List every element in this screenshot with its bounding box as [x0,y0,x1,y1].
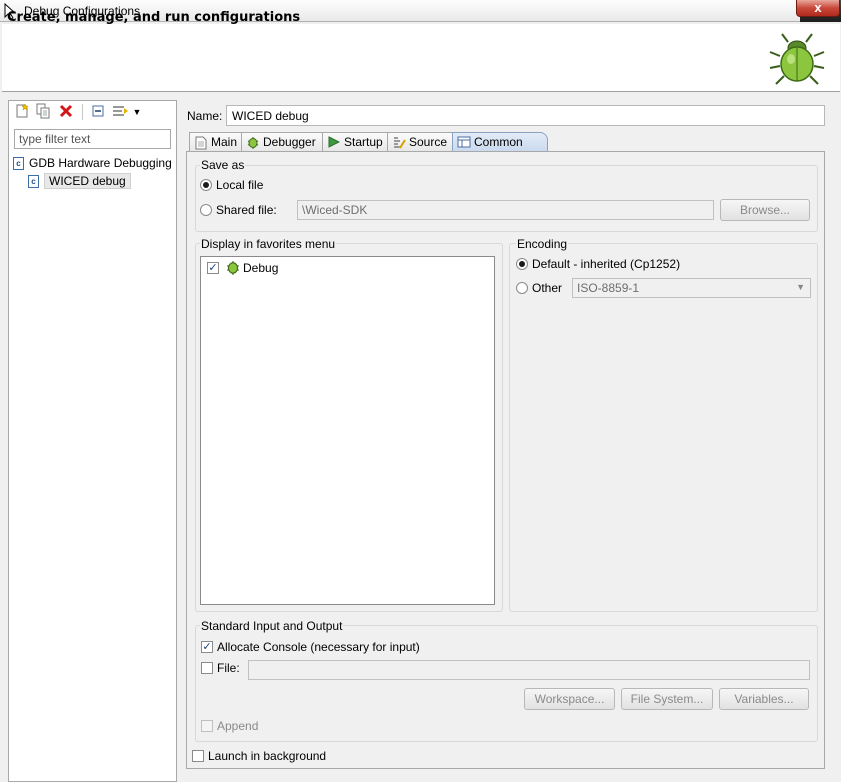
source-icon [392,136,406,150]
close-button[interactable]: x [796,0,840,17]
allocate-console-checkbox[interactable]: ✓ [201,641,213,653]
other-encoding-label: Other [532,281,563,295]
save-as-title: Save as [200,158,246,172]
banner-heading: Create, manage, and run configurations [7,10,301,25]
encoding-title: Encoding [516,237,569,251]
favorites-list[interactable] [200,256,495,605]
play-icon [327,136,341,150]
tree-item-wiced-debug[interactable]: c WICED debug [28,172,131,190]
variables-button[interactable]: Variables... [719,688,809,710]
favorite-debug-checkbox[interactable]: ✓ [207,262,219,274]
toolbar-separator [82,104,83,120]
launch-in-background-checkbox[interactable] [192,750,204,762]
page-icon [194,136,208,150]
tree-item-label: WICED debug [44,173,131,189]
c-config-type-icon: c [13,157,24,171]
tab-startup[interactable]: Startup [322,132,388,152]
filter-input[interactable] [14,129,171,149]
new-configuration-icon[interactable] [13,103,31,121]
file-system-button[interactable]: File System... [621,688,713,710]
delete-icon[interactable] [57,103,75,121]
header-banner [2,24,840,92]
tree-item-label: GDB Hardware Debugging [29,156,172,170]
c-config-icon: c [28,175,39,189]
name-field[interactable]: WICED debug [226,105,825,126]
common-icon [457,136,471,150]
local-file-label: Local file [216,178,264,192]
bug-icon [766,28,828,93]
bug-icon [225,260,241,279]
other-encoding-select[interactable]: ISO-8859-1 ▼ [572,278,811,298]
append-label: Append [217,719,259,733]
default-encoding-label: Default - inherited (Cp1252) [532,257,681,271]
shared-file-field[interactable]: \Wiced-SDK [297,200,714,220]
workspace-button[interactable]: Workspace... [524,688,615,710]
tab-debugger[interactable]: Debugger [241,132,323,152]
shared-file-label: Shared file: [216,203,277,217]
append-checkbox[interactable] [201,720,213,732]
standard-io-title: Standard Input and Output [200,619,344,633]
filter-icon[interactable] [112,103,130,121]
file-output-field[interactable] [248,660,810,680]
encoding-group [509,243,818,612]
favorites-title: Display in favorites menu [200,237,337,251]
allocate-console-label: Allocate Console (necessary for input) [217,640,420,654]
chevron-down-icon: ▼ [796,282,805,292]
other-encoding-radio[interactable] [516,282,528,294]
favorite-debug-label: Debug [243,261,279,275]
tab-main[interactable]: Main [189,132,242,152]
configuration-list-pane [8,100,177,782]
name-label: Name: [187,109,223,123]
tree-item-gdb-hardware-debugging[interactable]: c GDB Hardware Debugging [13,154,172,172]
shared-file-radio[interactable] [200,204,212,216]
tab-source[interactable]: Source [387,132,453,152]
file-output-label: File: [217,661,240,675]
file-output-checkbox[interactable] [201,662,213,674]
tab-common[interactable]: Common [452,132,548,152]
duplicate-icon[interactable] [34,103,52,121]
collapse-all-icon[interactable] [89,103,107,121]
local-file-radio[interactable] [200,179,212,191]
bug-icon [246,136,260,150]
dropdown-arrow-icon[interactable]: ▼ [131,103,143,121]
browse-button[interactable]: Browse... [720,199,810,221]
launch-in-background-label: Launch in background [208,749,327,763]
default-encoding-radio[interactable] [516,258,528,270]
